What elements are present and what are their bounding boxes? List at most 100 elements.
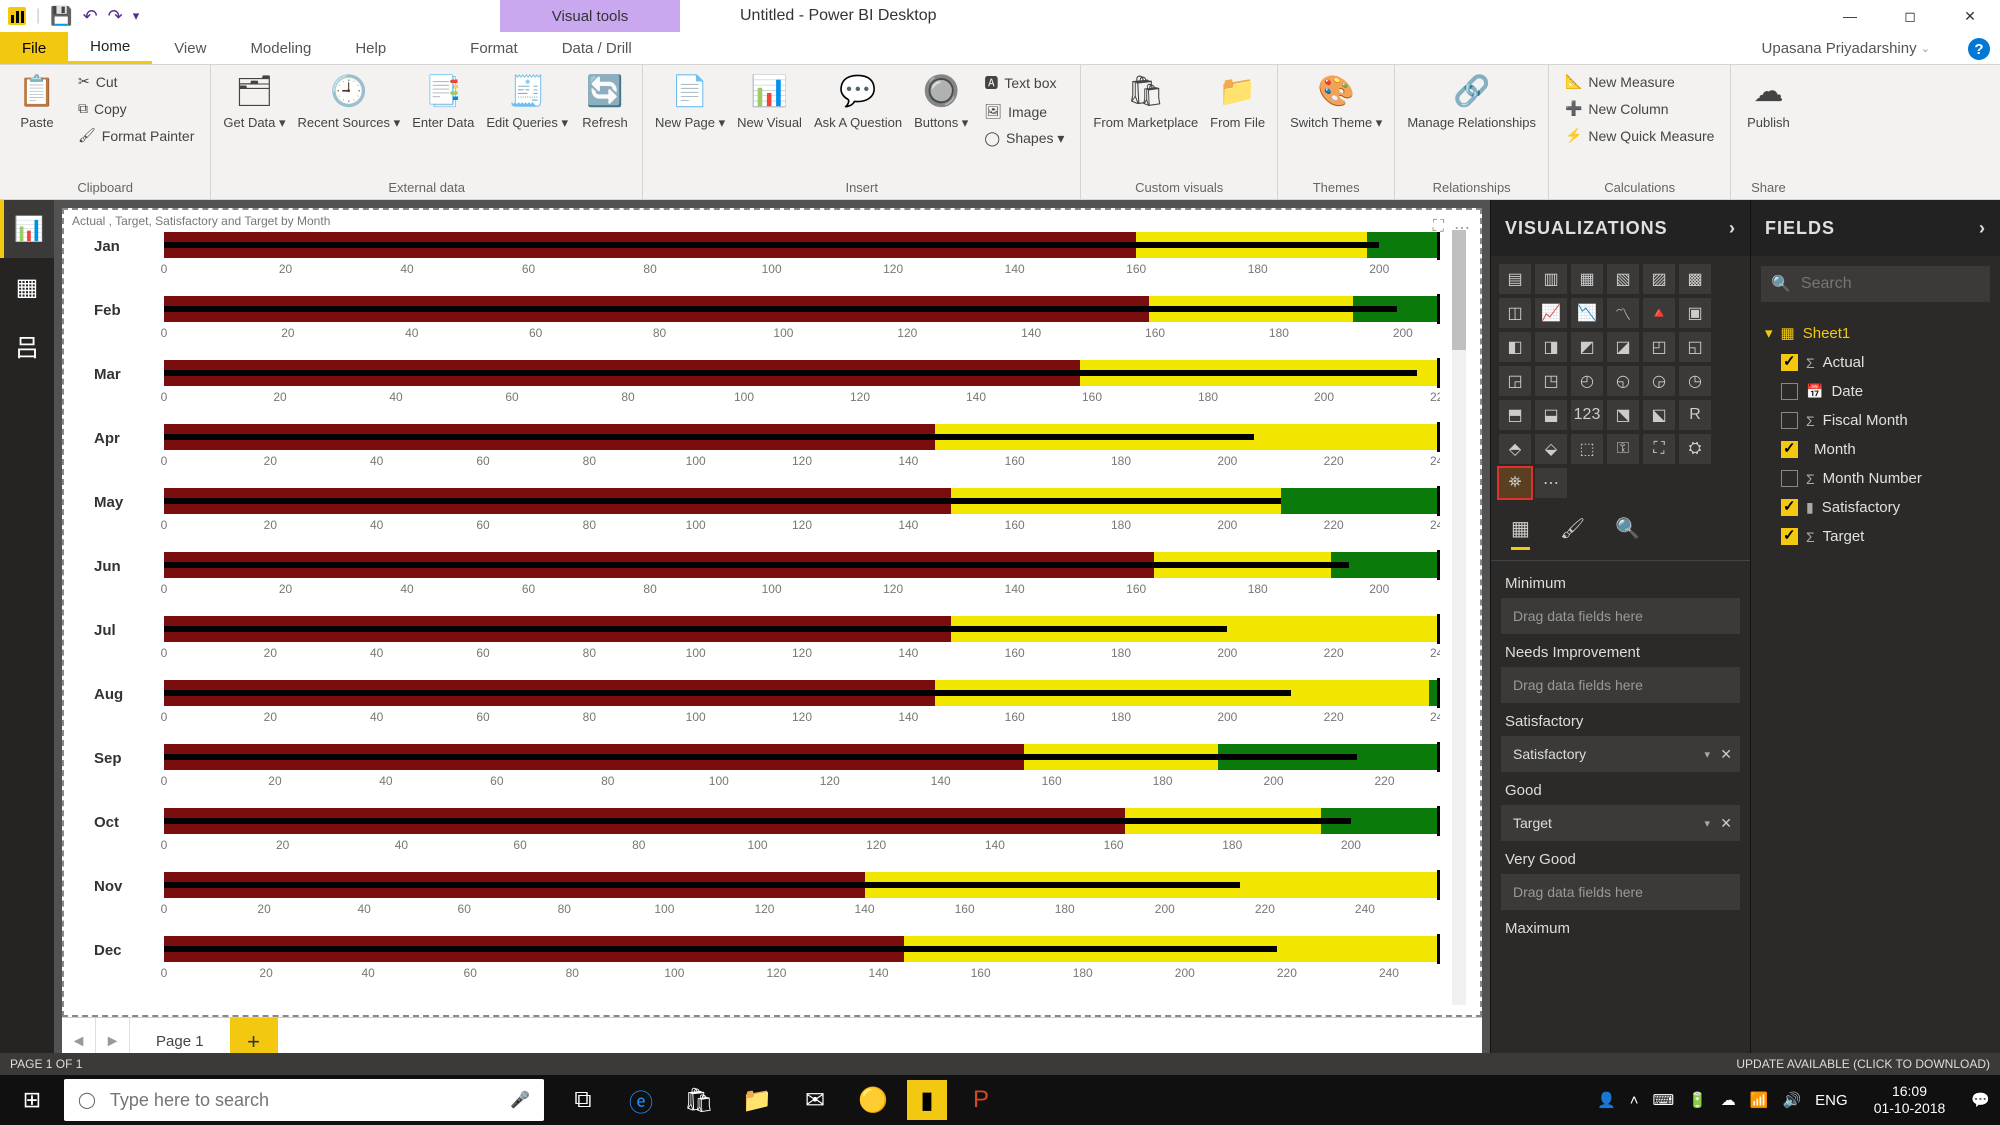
vis-type-10[interactable]: 🔺 <box>1643 298 1675 328</box>
volume-icon[interactable]: 🔊 <box>1782 1091 1801 1109</box>
vis-type-27[interactable]: ⬔ <box>1607 400 1639 430</box>
vis-type-7[interactable]: 📈 <box>1535 298 1567 328</box>
field-checkbox[interactable] <box>1781 383 1798 400</box>
new-visual-button[interactable]: 📊New Visual <box>737 71 802 130</box>
fields-well-tab[interactable]: ▦ <box>1511 516 1530 550</box>
field-satisfactory[interactable]: ▮Satisfactory <box>1761 493 1990 522</box>
report-view-button[interactable]: 📊 <box>0 200 54 258</box>
refresh-button[interactable]: 🔄Refresh <box>580 71 630 130</box>
vis-type-11[interactable]: ▣ <box>1679 298 1711 328</box>
new-quick-measure-button[interactable]: ⚡ New Quick Measure <box>1561 125 1718 146</box>
powerpoint-icon[interactable]: P <box>952 1075 1010 1125</box>
image-button[interactable]: 🖼 Image <box>980 101 1068 122</box>
recent-sources-button[interactable]: 🕘Recent Sources ▾ <box>298 71 401 131</box>
signed-in-user[interactable]: Upasana Priyadarshiny ⌄ <box>1762 32 1930 64</box>
from-file-button[interactable]: 📁From File <box>1210 71 1265 130</box>
vis-type-19[interactable]: ◳ <box>1535 366 1567 396</box>
get-data-button[interactable]: 🗂Get Data ▾ <box>223 71 285 131</box>
vis-type-32[interactable]: ⬚ <box>1571 434 1603 464</box>
vis-type-14[interactable]: ◩ <box>1571 332 1603 362</box>
tab-modeling[interactable]: Modeling <box>228 32 333 64</box>
edge-icon[interactable]: ⓔ <box>612 1075 670 1125</box>
publish-button[interactable]: ☁Publish <box>1743 71 1793 130</box>
vis-type-9[interactable]: 〽 <box>1607 298 1639 328</box>
tab-format[interactable]: Format <box>448 32 540 64</box>
data-view-button[interactable]: ▦ <box>0 258 54 316</box>
vis-type-31[interactable]: ⬙ <box>1535 434 1567 464</box>
field-checkbox[interactable] <box>1781 354 1798 371</box>
collapse-vis-icon[interactable]: › <box>1729 218 1736 239</box>
explorer-icon[interactable]: 📁 <box>728 1075 786 1125</box>
format-tab-icon[interactable]: 🖌 <box>1560 516 1585 550</box>
well-sat-value[interactable]: Satisfactory▾✕ <box>1501 736 1740 772</box>
vis-type-2[interactable]: ▦ <box>1571 264 1603 294</box>
language-indicator[interactable]: ENG <box>1815 1092 1848 1109</box>
fields-search-input[interactable] <box>1801 275 2000 293</box>
taskbar-clock[interactable]: 16:0901-10-2018 <box>1862 1083 1958 1117</box>
vis-type-28[interactable]: ⬕ <box>1643 400 1675 430</box>
well-verygood-drop[interactable]: Drag data fields here <box>1501 874 1740 910</box>
vis-type-4[interactable]: ▨ <box>1643 264 1675 294</box>
vis-type-35[interactable]: ⛭ <box>1679 434 1711 464</box>
status-update-available[interactable]: UPDATE AVAILABLE (CLICK TO DOWNLOAD) <box>1736 1057 1990 1071</box>
vis-type-8[interactable]: 📉 <box>1571 298 1603 328</box>
field-checkbox[interactable] <box>1781 412 1798 429</box>
battery-icon[interactable]: 🔋 <box>1688 1091 1707 1109</box>
vis-type-13[interactable]: ◨ <box>1535 332 1567 362</box>
keyboard-icon[interactable]: ⌨ <box>1652 1091 1674 1109</box>
switch-theme-button[interactable]: 🎨Switch Theme ▾ <box>1290 71 1382 131</box>
vis-type-36[interactable]: ⛯ <box>1499 468 1531 498</box>
well-good-remove[interactable]: ✕ <box>1720 815 1732 832</box>
vis-type-33[interactable]: ⚿ <box>1607 434 1639 464</box>
field-checkbox[interactable] <box>1781 528 1798 545</box>
vis-type-12[interactable]: ◧ <box>1499 332 1531 362</box>
field-fiscal-month[interactable]: ΣFiscal Month <box>1761 406 1990 435</box>
vis-type-18[interactable]: ◲ <box>1499 366 1531 396</box>
edit-queries-button[interactable]: 🧾Edit Queries ▾ <box>486 71 568 131</box>
well-sat-remove[interactable]: ✕ <box>1720 746 1732 763</box>
maximize-button[interactable]: ◻ <box>1880 0 1940 32</box>
start-button[interactable]: ⊞ <box>0 1075 64 1125</box>
new-column-button[interactable]: ➕ New Column <box>1561 98 1718 119</box>
vis-type-34[interactable]: ⛶ <box>1643 434 1675 464</box>
manage-relationships-button[interactable]: 🔗Manage Relationships <box>1407 71 1536 130</box>
well-needs-drop[interactable]: Drag data fields here <box>1501 667 1740 703</box>
well-good-value[interactable]: Target▾✕ <box>1501 805 1740 841</box>
vis-type-0[interactable]: ▤ <box>1499 264 1531 294</box>
fields-search[interactable]: 🔍 <box>1761 266 1990 302</box>
taskbar-search[interactable]: ◯ 🎤 <box>64 1079 544 1121</box>
save-icon[interactable]: 💾 <box>50 6 72 27</box>
help-icon[interactable]: ? <box>1968 38 1990 60</box>
vis-type-5[interactable]: ▩ <box>1679 264 1711 294</box>
chrome-icon[interactable]: 🟡 <box>844 1075 902 1125</box>
field-month[interactable]: Month <box>1761 435 1990 464</box>
collapse-fields-icon[interactable]: › <box>1979 218 1986 239</box>
model-view-button[interactable]: 吕 <box>0 316 54 374</box>
visual-scrollbar[interactable] <box>1452 230 1466 1005</box>
vis-type-22[interactable]: ◶ <box>1643 366 1675 396</box>
well-minimum-drop[interactable]: Drag data fields here <box>1501 598 1740 634</box>
mic-icon[interactable]: 🎤 <box>510 1090 530 1110</box>
field-checkbox[interactable] <box>1781 499 1798 516</box>
field-date[interactable]: 📅Date <box>1761 377 1990 406</box>
tab-view[interactable]: View <box>152 32 228 64</box>
taskbar-search-input[interactable] <box>110 1090 496 1111</box>
shapes-button[interactable]: ◯ Shapes ▾ <box>980 128 1068 149</box>
new-measure-button[interactable]: 📐 New Measure <box>1561 71 1718 92</box>
tab-home[interactable]: Home <box>68 32 152 64</box>
wifi-icon[interactable]: 📶 <box>1750 1091 1769 1109</box>
cut-button[interactable]: ✂ Cut <box>74 71 198 92</box>
vis-type-17[interactable]: ◱ <box>1679 332 1711 362</box>
vis-type-26[interactable]: 123 <box>1571 400 1603 430</box>
redo-icon[interactable]: ↷ <box>108 6 123 27</box>
field-target[interactable]: ΣTarget <box>1761 522 1990 551</box>
report-canvas[interactable]: Actual , Target, Satisfactory and Target… <box>62 208 1482 1017</box>
vis-type-21[interactable]: ◵ <box>1607 366 1639 396</box>
store-icon[interactable]: 🛍 <box>670 1075 728 1125</box>
vis-type-37[interactable]: ⋯ <box>1535 468 1567 498</box>
vis-type-24[interactable]: ⬒ <box>1499 400 1531 430</box>
minimize-button[interactable]: — <box>1820 0 1880 32</box>
from-marketplace-button[interactable]: 🛍From Marketplace <box>1093 71 1198 130</box>
vis-type-25[interactable]: ⬓ <box>1535 400 1567 430</box>
vis-type-3[interactable]: ▧ <box>1607 264 1639 294</box>
